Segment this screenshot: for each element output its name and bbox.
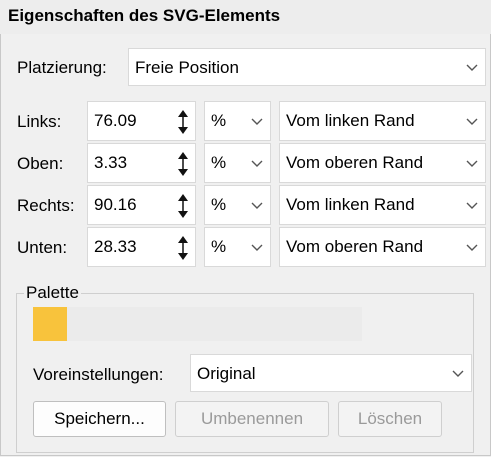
right-value: 90.16: [94, 195, 137, 214]
top-unit: %: [211, 153, 227, 172]
left-reference: Vom linken Rand: [286, 111, 415, 130]
top-spinbox[interactable]: 3.33: [87, 143, 196, 183]
chevron-down-icon: [251, 118, 263, 125]
presets-value: Original: [197, 364, 256, 383]
chevron-down-icon: [466, 244, 478, 251]
left-label: Links:: [17, 112, 62, 131]
spin-arrows-icon[interactable]: [177, 151, 189, 177]
chevron-down-icon: [251, 244, 263, 251]
right-label: Rechts:: [17, 196, 75, 215]
presets-select[interactable]: Original: [190, 354, 472, 392]
top-unit-select[interactable]: %: [204, 143, 271, 183]
delete-button[interactable]: Löschen: [338, 401, 442, 437]
placement-label: Platzierung:: [17, 58, 107, 77]
spin-arrows-icon[interactable]: [177, 193, 189, 219]
placement-value: Freie Position: [135, 58, 239, 77]
chevron-down-icon: [466, 202, 478, 209]
palette-color-swatch[interactable]: [33, 307, 67, 341]
left-value: 76.09: [94, 111, 137, 130]
bottom-spinbox[interactable]: 28.33: [87, 227, 196, 267]
right-reference: Vom linken Rand: [286, 195, 415, 214]
bottom-reference-select[interactable]: Vom oberen Rand: [279, 227, 486, 267]
left-spinbox[interactable]: 76.09: [87, 101, 196, 141]
bottom-unit: %: [211, 237, 227, 256]
palette-group-label: Palette: [24, 283, 81, 303]
spin-arrows-icon[interactable]: [177, 235, 189, 261]
placement-select[interactable]: Freie Position: [128, 48, 486, 86]
bottom-unit-select[interactable]: %: [204, 227, 271, 267]
panel-title: Eigenschaften des SVG-Elements: [8, 6, 281, 25]
chevron-down-icon: [466, 160, 478, 167]
left-unit-select[interactable]: %: [204, 101, 271, 141]
chevron-down-icon: [466, 118, 478, 125]
chevron-down-icon: [251, 160, 263, 167]
chevron-down-icon: [466, 64, 478, 71]
presets-label: Voreinstellungen:: [33, 365, 164, 384]
top-value: 3.33: [94, 153, 128, 172]
top-reference-select[interactable]: Vom oberen Rand: [279, 143, 486, 183]
rename-button[interactable]: Umbenennen: [175, 401, 329, 437]
bottom-label: Unten:: [17, 238, 68, 257]
right-unit-select[interactable]: %: [204, 185, 271, 225]
top-label: Oben:: [17, 154, 64, 173]
top-reference: Vom oberen Rand: [286, 153, 424, 172]
chevron-down-icon: [251, 202, 263, 209]
panel-title-bar: Eigenschaften des SVG-Elements: [0, 0, 491, 35]
left-reference-select[interactable]: Vom linken Rand: [279, 101, 486, 141]
left-unit: %: [211, 111, 227, 130]
bottom-reference: Vom oberen Rand: [286, 237, 424, 256]
right-reference-select[interactable]: Vom linken Rand: [279, 185, 486, 225]
save-button[interactable]: Speichern...: [33, 401, 166, 437]
right-unit: %: [211, 195, 227, 214]
palette-swatch-strip: [67, 307, 362, 341]
right-spinbox[interactable]: 90.16: [87, 185, 196, 225]
bottom-value: 28.33: [94, 237, 137, 256]
chevron-down-icon: [452, 370, 464, 377]
spin-arrows-icon[interactable]: [177, 109, 189, 135]
